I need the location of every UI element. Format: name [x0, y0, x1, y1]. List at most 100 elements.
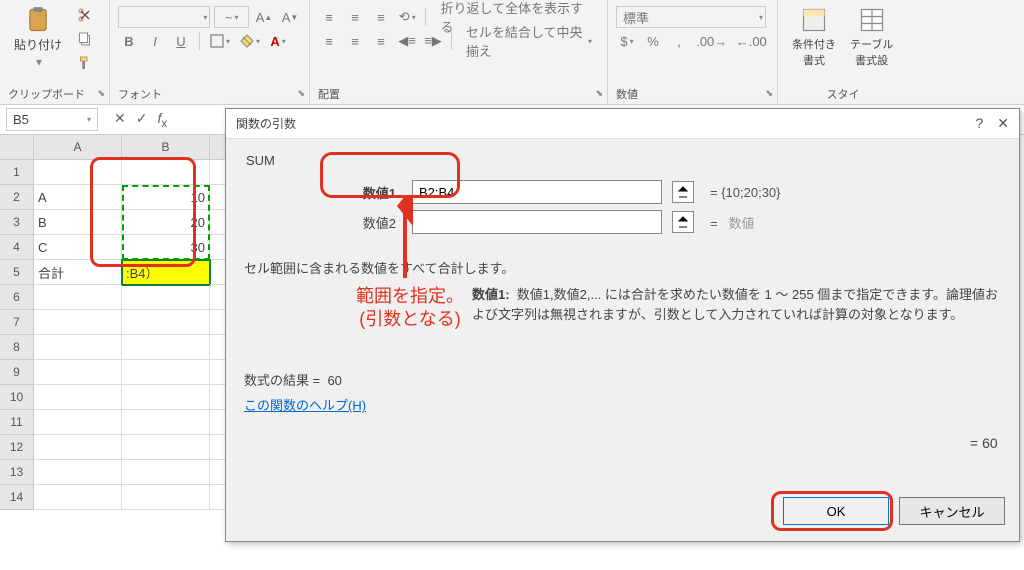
dialog-launcher-icon[interactable]: ⬊: [97, 88, 105, 99]
cell[interactable]: [34, 435, 122, 460]
cell[interactable]: [34, 285, 122, 310]
decrease-font-button[interactable]: A▼: [279, 6, 301, 28]
function-help-link[interactable]: この関数のヘルプ(H): [244, 398, 366, 413]
cell[interactable]: [122, 160, 210, 185]
row-header[interactable]: 8: [0, 335, 34, 360]
cell[interactable]: A: [34, 185, 122, 210]
cell[interactable]: 20: [122, 210, 210, 235]
align-center-button[interactable]: ≡: [344, 30, 366, 52]
increase-font-button[interactable]: A▲: [253, 6, 275, 28]
cell[interactable]: [34, 385, 122, 410]
arg1-input[interactable]: [412, 180, 662, 204]
font-size-dropdown[interactable]: ~▾: [214, 6, 249, 28]
percent-format-button[interactable]: %: [642, 30, 664, 52]
help-icon[interactable]: ?: [975, 115, 983, 132]
conditional-formatting-button[interactable]: 条件付き 書式: [786, 4, 842, 70]
collapse-dialog-button[interactable]: [672, 211, 694, 233]
row-header[interactable]: 12: [0, 435, 34, 460]
row-header[interactable]: 5: [0, 260, 34, 285]
ok-button[interactable]: OK: [783, 497, 889, 525]
dialog-launcher-icon[interactable]: ⬊: [595, 88, 603, 99]
row-header[interactable]: 6: [0, 285, 34, 310]
align-bottom-button[interactable]: ≡: [370, 6, 392, 28]
align-middle-button[interactable]: ≡: [344, 6, 366, 28]
cond-format-label: 条件付き 書式: [792, 36, 836, 68]
copy-button[interactable]: [74, 28, 96, 50]
cell[interactable]: :B4）: [122, 260, 210, 285]
cell[interactable]: [122, 410, 210, 435]
dialog-titlebar[interactable]: 関数の引数 ? ✕: [226, 109, 1019, 139]
align-top-button[interactable]: ≡: [318, 6, 340, 28]
cell[interactable]: [122, 285, 210, 310]
borders-button[interactable]: ▾: [207, 30, 233, 52]
cell[interactable]: 10: [122, 185, 210, 210]
cell[interactable]: [122, 485, 210, 510]
insert-function-button[interactable]: fx: [157, 110, 167, 130]
cell[interactable]: [122, 360, 210, 385]
cell[interactable]: [122, 385, 210, 410]
cell[interactable]: 30: [122, 235, 210, 260]
orientation-button[interactable]: ⟲▾: [396, 6, 418, 28]
cancel-formula-button[interactable]: ✕: [114, 110, 126, 130]
font-color-button[interactable]: A▾: [267, 30, 289, 52]
close-icon[interactable]: ✕: [997, 115, 1009, 132]
format-painter-button[interactable]: [74, 52, 96, 74]
cell[interactable]: [34, 335, 122, 360]
row-header[interactable]: 2: [0, 185, 34, 210]
decrease-indent-button[interactable]: ◀≡: [396, 30, 418, 52]
name-box[interactable]: B5 ▾: [6, 108, 98, 131]
number-format-dropdown[interactable]: 標準▾: [616, 6, 766, 28]
cell[interactable]: 合計: [34, 260, 122, 285]
cell[interactable]: [122, 435, 210, 460]
cell[interactable]: [122, 460, 210, 485]
decrease-decimal-button[interactable]: ←.00: [734, 30, 770, 52]
cut-button[interactable]: [74, 4, 96, 26]
italic-button[interactable]: I: [144, 30, 166, 52]
dialog-launcher-icon[interactable]: ⬊: [765, 88, 773, 99]
cancel-button[interactable]: キャンセル: [899, 497, 1005, 525]
cell[interactable]: B: [34, 210, 122, 235]
row-header[interactable]: 11: [0, 410, 34, 435]
cell[interactable]: [34, 485, 122, 510]
select-all-corner[interactable]: [0, 135, 34, 160]
dialog-launcher-icon[interactable]: ⬊: [297, 88, 305, 99]
styles-label: スタイ: [786, 86, 900, 102]
paste-button[interactable]: 貼り付け ▾: [8, 4, 68, 71]
bold-button[interactable]: B: [118, 30, 140, 52]
cell[interactable]: [34, 410, 122, 435]
column-header[interactable]: A: [34, 135, 122, 160]
cell[interactable]: [34, 460, 122, 485]
format-as-table-button[interactable]: テーブル 書式設: [844, 4, 899, 70]
cell[interactable]: [34, 160, 122, 185]
column-header[interactable]: B: [122, 135, 210, 160]
cell[interactable]: [122, 335, 210, 360]
cell[interactable]: [122, 310, 210, 335]
font-family-dropdown[interactable]: ▾: [118, 6, 210, 28]
enter-formula-button[interactable]: ✓: [136, 110, 148, 130]
fill-color-button[interactable]: ▾: [237, 30, 263, 52]
arg2-input[interactable]: [412, 210, 662, 234]
merge-center-button[interactable]: セルを結合して中央揃え▾: [459, 30, 599, 52]
collapse-dialog-button[interactable]: [672, 181, 694, 203]
increase-indent-button[interactable]: ≡▶: [422, 30, 444, 52]
underline-button[interactable]: U: [170, 30, 192, 52]
row-header[interactable]: 1: [0, 160, 34, 185]
result-value: 60: [327, 373, 341, 388]
accounting-format-button[interactable]: $▾: [616, 30, 638, 52]
comma-format-button[interactable]: ,: [668, 30, 690, 52]
row-header[interactable]: 9: [0, 360, 34, 385]
arg-desc-text: 数値1,数値2,... には合計を求めたい数値を 1 ～ 255 個まで指定でき…: [472, 287, 998, 322]
row-header[interactable]: 13: [0, 460, 34, 485]
row-header[interactable]: 3: [0, 210, 34, 235]
align-left-button[interactable]: ≡: [318, 30, 340, 52]
cell[interactable]: C: [34, 235, 122, 260]
row-header[interactable]: 10: [0, 385, 34, 410]
row-header[interactable]: 14: [0, 485, 34, 510]
align-right-button[interactable]: ≡: [370, 30, 392, 52]
clipboard-label: クリップボード: [8, 86, 85, 102]
cell[interactable]: [34, 310, 122, 335]
row-header[interactable]: 7: [0, 310, 34, 335]
cell[interactable]: [34, 360, 122, 385]
increase-decimal-button[interactable]: .00→: [694, 30, 730, 52]
row-header[interactable]: 4: [0, 235, 34, 260]
